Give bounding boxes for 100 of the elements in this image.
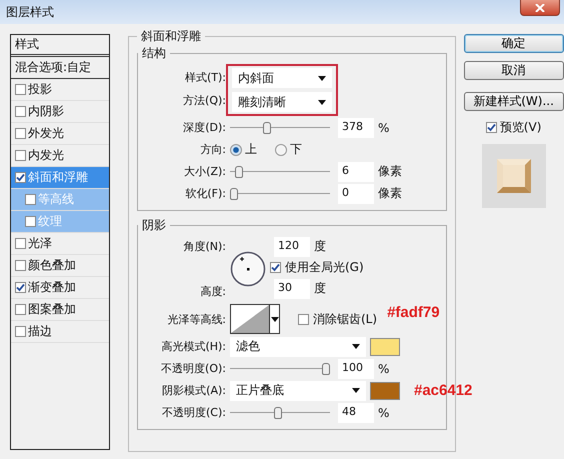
field-label: 深度(D): — [182, 120, 226, 135]
unit-label: 像素 — [378, 185, 402, 202]
annotation-text: #ac6412 — [414, 382, 472, 399]
slider[interactable] — [230, 122, 330, 134]
number-field[interactable]: 0 — [338, 184, 374, 204]
caret-icon — [270, 316, 278, 322]
list-item[interactable]: 颜色叠加 — [11, 255, 109, 277]
checkbox[interactable] — [15, 326, 26, 337]
checkbox[interactable] — [25, 216, 36, 227]
checkbox[interactable] — [15, 172, 26, 183]
slider[interactable] — [230, 362, 330, 374]
checkbox[interactable] — [15, 150, 26, 161]
contour-curve-icon — [231, 305, 269, 333]
checkbox[interactable] — [15, 260, 26, 271]
angle-dial[interactable] — [230, 251, 266, 287]
checkbox[interactable] — [15, 84, 26, 95]
group-title: 阴影 — [141, 217, 167, 234]
number-field[interactable]: 120 — [274, 236, 310, 256]
technique-dropdown[interactable]: 雕刻清晰 — [232, 92, 332, 112]
unit-label: 像素 — [378, 163, 402, 180]
contour-picker[interactable] — [230, 304, 280, 334]
list-item[interactable]: 混合选项:自定 — [11, 57, 109, 79]
item-label: 投影 — [28, 81, 52, 98]
window-title: 图层样式 — [6, 4, 54, 20]
list-item[interactable]: 内阴影 — [11, 101, 109, 123]
unit-label: % — [378, 120, 390, 134]
annotation-text: #fadf79 — [387, 304, 440, 320]
radio-option[interactable]: 下 — [275, 141, 302, 158]
item-label: 描边 — [28, 323, 52, 340]
checkbox[interactable] — [15, 128, 26, 139]
item-label: 图案叠加 — [28, 301, 76, 318]
item-label: 外发光 — [28, 125, 64, 142]
list-item[interactable]: 渐变叠加 — [11, 277, 109, 299]
checkbox-label: 预览(V) — [500, 119, 542, 136]
mode-dropdown[interactable]: 正片叠底 — [230, 380, 366, 400]
checkbox[interactable] — [270, 262, 281, 273]
field-label: 高度: — [199, 284, 226, 299]
list-item[interactable]: 投影 — [11, 79, 109, 101]
checkbox[interactable] — [15, 106, 26, 117]
panel-title: 斜面和浮雕 — [140, 28, 202, 45]
list-header: 样式 — [11, 35, 109, 57]
slider-thumb[interactable] — [263, 122, 272, 134]
field-label: 不透明度(O): — [160, 361, 226, 376]
field-label: 样式(T): — [184, 70, 226, 85]
caret-icon — [318, 100, 326, 104]
checkbox[interactable] — [486, 122, 497, 133]
field-label: 阴影模式(A): — [161, 383, 226, 398]
unit-label: 度 — [314, 238, 326, 255]
dialog-button[interactable]: 确定 — [464, 34, 564, 53]
field-label: 高光模式(H): — [160, 339, 226, 354]
checkbox[interactable] — [15, 238, 26, 249]
style-dropdown[interactable]: 内斜面 — [232, 68, 332, 88]
checkbox[interactable] — [298, 314, 309, 324]
item-label: 内发光 — [28, 147, 64, 164]
checkbox-label: 消除锯齿(L) — [313, 310, 378, 328]
dialog-button[interactable]: 取消 — [464, 61, 564, 80]
dialog-button[interactable]: 新建样式(W)... — [464, 92, 564, 111]
field-label: 大小(Z): — [183, 164, 226, 179]
item-label: 内阴影 — [28, 103, 64, 120]
field-label: 方法(Q): — [182, 93, 226, 108]
slider-thumb[interactable] — [322, 362, 330, 374]
close-icon — [535, 4, 545, 12]
item-label: 渐变叠加 — [28, 279, 76, 296]
number-field[interactable]: 6 — [338, 162, 374, 182]
item-label: 斜面和浮雕 — [28, 169, 88, 186]
slider[interactable] — [230, 188, 330, 200]
slider-thumb[interactable] — [234, 166, 243, 178]
caret-icon — [352, 388, 360, 393]
checkbox[interactable] — [15, 304, 26, 315]
color-swatch[interactable] — [370, 382, 400, 400]
list-item[interactable]: 光泽 — [11, 233, 109, 255]
number-field[interactable]: 48 — [338, 402, 374, 422]
mode-dropdown[interactable]: 滤色 — [230, 336, 366, 356]
slider-thumb[interactable] — [274, 406, 282, 418]
checkbox-label: 使用全局光(G) — [285, 259, 364, 276]
field-label: 角度(N): — [182, 239, 226, 254]
field-label: 方向: — [199, 142, 226, 157]
caret-icon — [318, 76, 326, 80]
item-label: 等高线 — [38, 191, 74, 208]
checkbox[interactable] — [15, 282, 26, 293]
number-field[interactable]: 30 — [274, 278, 310, 298]
list-item[interactable]: 描边 — [11, 321, 109, 343]
group-title: 结构 — [141, 45, 167, 62]
unit-label: 度 — [314, 280, 326, 297]
unit-label: % — [378, 362, 390, 376]
number-field[interactable]: 100 — [338, 358, 374, 378]
slider[interactable] — [230, 406, 330, 418]
checkbox[interactable] — [25, 194, 36, 205]
item-label: 光泽 — [28, 235, 52, 252]
caret-icon — [352, 344, 360, 349]
slider-thumb[interactable] — [230, 188, 238, 200]
close-button[interactable] — [520, 0, 560, 16]
list-item[interactable]: 图案叠加 — [11, 299, 109, 321]
list-item[interactable]: 外发光 — [11, 123, 109, 145]
slider[interactable] — [230, 166, 330, 178]
bevel-square-icon — [496, 159, 531, 193]
field-label: 光泽等高线: — [166, 312, 226, 326]
radio-option[interactable]: 上 — [230, 141, 257, 158]
number-field[interactable]: 378 — [338, 118, 374, 138]
color-swatch[interactable] — [370, 338, 400, 356]
